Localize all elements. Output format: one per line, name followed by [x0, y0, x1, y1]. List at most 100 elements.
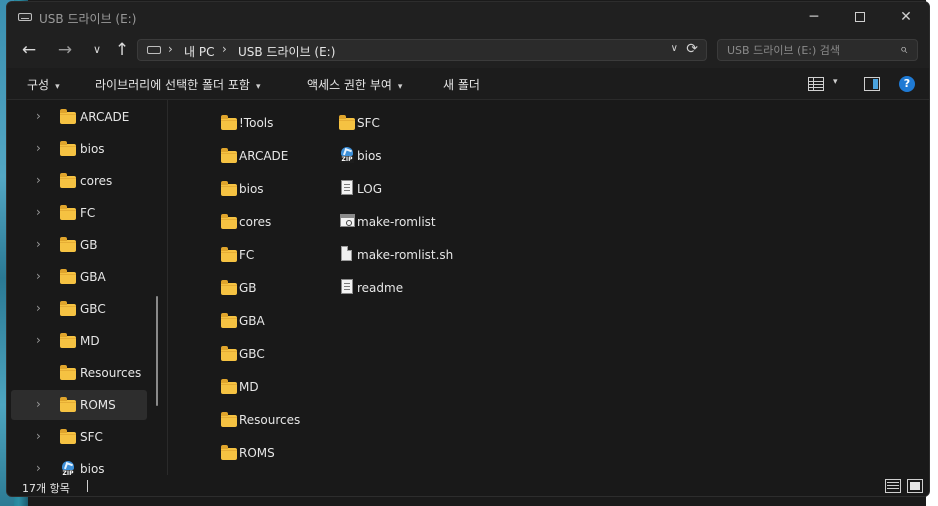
minimize-button[interactable]: ─ [791, 2, 837, 32]
list-item[interactable]: SFC [337, 108, 452, 136]
help-icon[interactable]: ? [899, 76, 915, 92]
folder-icon [60, 205, 76, 220]
folder-icon [60, 269, 76, 284]
expand-chevron-icon[interactable]: › [36, 269, 41, 283]
expand-chevron-icon[interactable]: › [36, 461, 41, 475]
tree-item-sfc[interactable]: › SFC [11, 422, 147, 452]
large-icons-view-icon[interactable] [907, 479, 923, 493]
list-item[interactable]: readme [337, 273, 452, 301]
breadcrumb-this-pc[interactable]: 내 PC [184, 43, 214, 60]
recent-locations-button[interactable]: ∨ [83, 36, 111, 64]
tree-item-label: ARCADE [80, 110, 130, 124]
search-icon[interactable]: ⌕ [900, 42, 907, 57]
tree-item-bios-zip[interactable]: › ZIP bios [11, 454, 147, 475]
nav-pane-scrollbar[interactable] [156, 296, 158, 406]
file-name: ROMS [239, 446, 275, 460]
item-count: 17개 항목 [22, 482, 70, 495]
expand-chevron-icon[interactable]: › [36, 333, 41, 347]
list-item[interactable]: GBC [219, 339, 334, 367]
file-name: bios [239, 182, 264, 196]
view-options-chevron-icon[interactable]: ▾ [833, 77, 838, 87]
maximize-button[interactable] [837, 2, 883, 32]
organize-menu[interactable]: 구성 ▾ [27, 76, 60, 93]
list-item[interactable]: !Tools [219, 108, 334, 136]
folder-icon [221, 247, 237, 262]
expand-chevron-icon[interactable]: › [36, 301, 41, 315]
list-item[interactable]: ARCADE [219, 141, 334, 169]
list-item[interactable]: ROMS [219, 438, 334, 466]
tree-item-resources[interactable]: Resources [11, 358, 147, 388]
back-button[interactable]: ← [15, 36, 43, 64]
tree-item-gbc[interactable]: › GBC [11, 294, 147, 324]
list-item[interactable]: cores [219, 207, 334, 235]
search-input[interactable] [727, 42, 887, 58]
address-history-dropdown[interactable]: ∨ [671, 43, 678, 54]
change-view-icon[interactable] [808, 77, 824, 91]
command-bar: 구성 ▾ 라이브러리에 선택한 폴더 포함 ▾ 액세스 권한 부여 ▾ 새 폴더 ▾ … [7, 68, 929, 100]
list-item[interactable]: make-romlist [337, 207, 452, 235]
breadcrumb-usb-drive[interactable]: USB 드라이브 (E:) [238, 43, 335, 60]
folder-icon [221, 412, 237, 427]
chevron-down-icon: ▾ [55, 82, 60, 92]
folder-icon [60, 237, 76, 252]
details-view-icon[interactable] [885, 479, 901, 493]
file-name: SFC [357, 116, 380, 130]
list-item[interactable]: GBA [219, 306, 334, 334]
tree-item-fc[interactable]: › FC [11, 198, 147, 228]
navigation-pane[interactable]: › ARCADE › bios › cores › FC › GB › GBA [7, 100, 165, 475]
tree-item-gba[interactable]: › GBA [11, 262, 147, 292]
tree-item-label: FC [80, 206, 96, 220]
up-button[interactable]: ↑ [108, 36, 136, 64]
expand-chevron-icon[interactable]: › [36, 173, 41, 187]
expand-chevron-icon[interactable]: › [36, 237, 41, 251]
list-item[interactable]: Resources [219, 405, 334, 433]
tree-item-md[interactable]: › MD [11, 326, 147, 356]
tree-item-cores[interactable]: › cores [11, 166, 147, 196]
tree-item-bios[interactable]: › bios [11, 134, 147, 164]
script-file-icon [340, 214, 355, 227]
expand-chevron-icon[interactable]: › [36, 141, 41, 155]
address-bar[interactable]: › 내 PC › USB 드라이브 (E:) ∨ ⟳ [137, 39, 707, 61]
expand-chevron-icon[interactable]: › [36, 109, 41, 123]
tree-item-arcade[interactable]: › ARCADE [11, 102, 147, 132]
file-name: readme [357, 281, 404, 295]
file-name: GB [239, 281, 257, 295]
expand-chevron-icon[interactable]: › [36, 397, 41, 411]
list-item[interactable]: ZIP bios [337, 141, 452, 169]
list-item[interactable]: LOG [337, 174, 452, 202]
tree-item-label: MD [80, 334, 100, 348]
expand-chevron-icon[interactable]: › [36, 205, 41, 219]
chevron-down-icon: ▾ [397, 82, 403, 92]
close-button[interactable]: ✕ [883, 2, 929, 32]
expand-chevron-icon[interactable]: › [36, 429, 41, 443]
tree-item-gb[interactable]: › GB [11, 230, 147, 260]
file-name: bios [357, 149, 382, 163]
refresh-icon[interactable]: ⟳ [686, 41, 698, 57]
file-list[interactable]: !Tools ARCADE bios cores FC GB GBA GBC M… [169, 100, 929, 475]
list-item[interactable]: FC [219, 240, 334, 268]
folder-icon [221, 214, 237, 229]
folder-icon [60, 141, 76, 156]
search-box[interactable]: ⌕ [717, 39, 918, 61]
tree-item-label: GBA [80, 270, 106, 284]
tree-item-roms[interactable]: › ROMS [11, 390, 147, 420]
drive-icon [147, 46, 161, 54]
share-with-menu[interactable]: 액세스 권한 부여 ▾ [307, 76, 402, 93]
list-item[interactable]: MD [219, 372, 334, 400]
new-folder-button[interactable]: 새 폴더 [443, 76, 480, 93]
list-item[interactable]: GB [219, 273, 334, 301]
folder-icon [60, 301, 76, 316]
pane-divider[interactable] [167, 100, 168, 475]
folder-icon [60, 429, 76, 444]
preview-pane-icon[interactable] [864, 77, 880, 91]
tree-item-label: GBC [80, 302, 106, 316]
file-name: FC [239, 248, 255, 262]
tree-item-label: cores [80, 174, 113, 188]
list-item[interactable]: bios [219, 174, 334, 202]
list-item[interactable]: make-romlist.sh [337, 240, 453, 268]
share-with-label: 액세스 권한 부여 [307, 78, 392, 92]
forward-button[interactable]: → [51, 36, 79, 64]
include-in-library-menu[interactable]: 라이브러리에 선택한 폴더 포함 ▾ [95, 76, 261, 93]
folder-icon [221, 445, 237, 460]
folder-icon [221, 280, 237, 295]
